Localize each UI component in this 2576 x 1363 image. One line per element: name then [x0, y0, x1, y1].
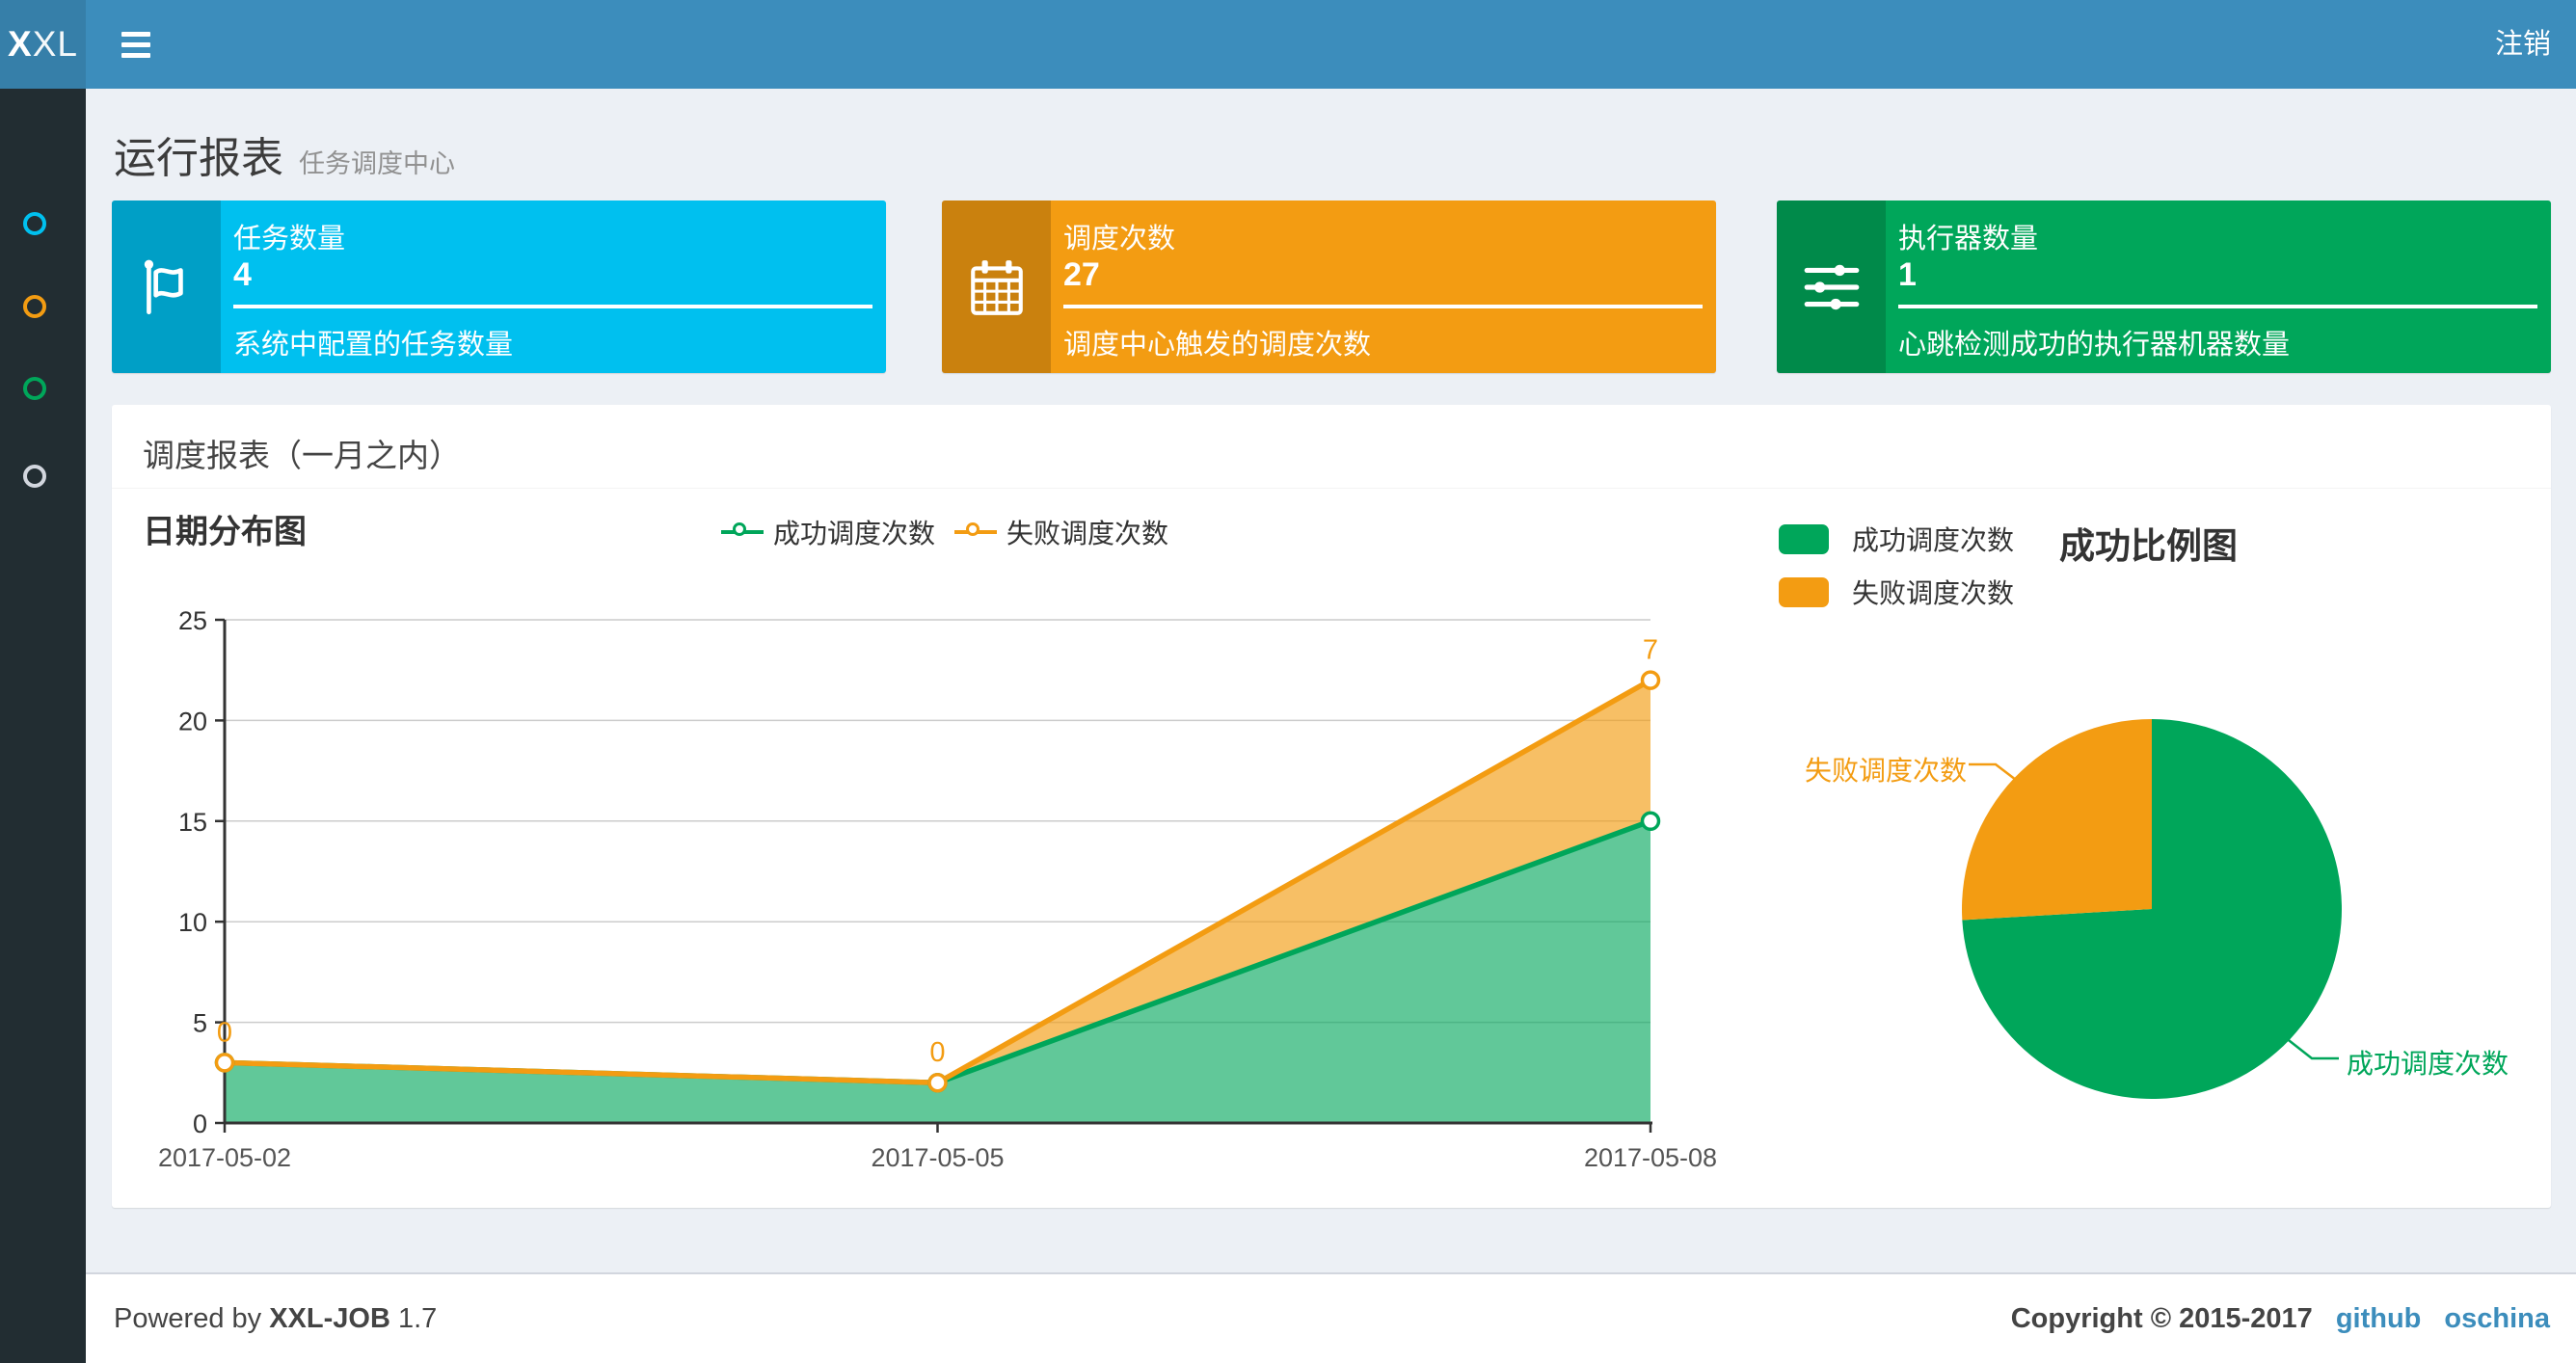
top-navbar: X XL 注销 — [0, 0, 2576, 89]
pie-plot — [1962, 719, 2342, 1099]
panel-header: 调度报表（一月之内） — [112, 405, 2551, 489]
info-box-executor-count: 执行器数量 1 心跳检测成功的执行器机器数量 — [1777, 200, 2551, 373]
svg-text:25: 25 — [178, 606, 207, 635]
logo-text-bold: X — [8, 24, 33, 64]
svg-text:0: 0 — [217, 1017, 232, 1048]
powered-by-text: Powered by XXL-JOB 1.7 — [114, 1303, 438, 1334]
info-box-divider — [1063, 305, 1703, 308]
info-box-label: 执行器数量 — [1898, 224, 2039, 254]
info-box-description: 系统中配置的任务数量 — [233, 330, 514, 361]
info-box-label: 任务数量 — [233, 224, 346, 254]
svg-text:0: 0 — [193, 1109, 207, 1138]
svg-text:2017-05-08: 2017-05-08 — [1584, 1143, 1717, 1172]
github-link[interactable]: github — [2336, 1303, 2422, 1334]
hamburger-icon — [121, 31, 150, 37]
svg-text:5: 5 — [193, 1009, 207, 1038]
svg-text:0: 0 — [929, 1037, 945, 1068]
sidebar-item-circle-icon[interactable] — [23, 295, 46, 318]
logo-text: XL — [32, 24, 78, 64]
sidebar — [0, 89, 86, 1363]
footer: Powered by XXL-JOB 1.7 Copyright © 2015-… — [86, 1272, 2576, 1363]
flag-icon — [112, 200, 221, 373]
svg-text:2017-05-05: 2017-05-05 — [871, 1143, 1004, 1172]
info-box-content: 任务数量 4 系统中配置的任务数量 — [233, 200, 872, 373]
svg-text:10: 10 — [178, 908, 207, 937]
info-box-content: 调度次数 27 调度中心触发的调度次数 — [1063, 200, 1703, 373]
page-subtitle: 任务调度中心 — [299, 149, 455, 178]
sidebar-toggle-button[interactable] — [99, 0, 173, 89]
info-box-value: 27 — [1063, 256, 1100, 293]
info-box-description: 心跳检测成功的执行器机器数量 — [1898, 330, 2291, 361]
info-box-value: 4 — [233, 256, 252, 293]
app-logo[interactable]: X XL — [0, 0, 86, 89]
pie-label-success: 成功调度次数 — [2347, 1049, 2509, 1079]
hamburger-icon — [121, 52, 150, 58]
logout-link[interactable]: 注销 — [2495, 0, 2551, 89]
date-distribution-chart: 日期分布图 成功调度次数 失败调度次数 0 5 10 15 20 25 2017-05-02… — [125, 501, 1764, 1208]
info-box-trigger-count: 调度次数 27 调度中心触发的调度次数 — [942, 200, 1716, 373]
sidebar-item-circle-icon[interactable] — [23, 212, 46, 235]
oschina-link[interactable]: oschina — [2444, 1303, 2550, 1334]
panel-title: 调度报表（一月之内） — [143, 438, 461, 473]
sidebar-item-circle-icon[interactable] — [23, 465, 46, 488]
info-box-description: 调度中心触发的调度次数 — [1063, 330, 1372, 361]
page-header: 运行报表 任务调度中心 — [114, 123, 455, 185]
success-ratio-chart: 成功调度次数 失败调度次数 成功比例图 失败调度次数 成功调度次数 — [1764, 501, 2551, 1208]
info-box-job-count: 任务数量 4 系统中配置的任务数量 — [112, 200, 886, 373]
info-box-content: 执行器数量 1 心跳检测成功的执行器机器数量 — [1898, 200, 2537, 373]
page-title: 运行报表 — [114, 135, 283, 182]
product-name: XXL-JOB — [269, 1303, 390, 1334]
info-box-divider — [1898, 305, 2537, 308]
svg-text:20: 20 — [178, 707, 207, 735]
svg-text:15: 15 — [178, 808, 207, 837]
sidebar-item-circle-icon[interactable] — [23, 377, 46, 400]
schedule-report-panel: 调度报表（一月之内） 日期分布图 成功调度次数 失败调度次数 0 5 10 15 20 2… — [112, 405, 2551, 1208]
info-box-value: 1 — [1898, 256, 1917, 293]
hamburger-icon — [121, 41, 150, 47]
info-box-divider — [233, 305, 872, 308]
stacked-area-plot: 05101520252017-05-02 2017-05-05 2017-05-08… — [158, 606, 1717, 1172]
copyright-text: Copyright © 2015-2017 github oschina — [2010, 1303, 2550, 1334]
calendar-icon — [942, 200, 1051, 373]
svg-text:2017-05-02: 2017-05-02 — [158, 1143, 291, 1172]
sliders-icon — [1777, 200, 1886, 373]
svg-text:7: 7 — [1643, 635, 1658, 666]
info-box-label: 调度次数 — [1063, 224, 1176, 254]
pie-label-fail: 失败调度次数 — [1804, 756, 1967, 786]
